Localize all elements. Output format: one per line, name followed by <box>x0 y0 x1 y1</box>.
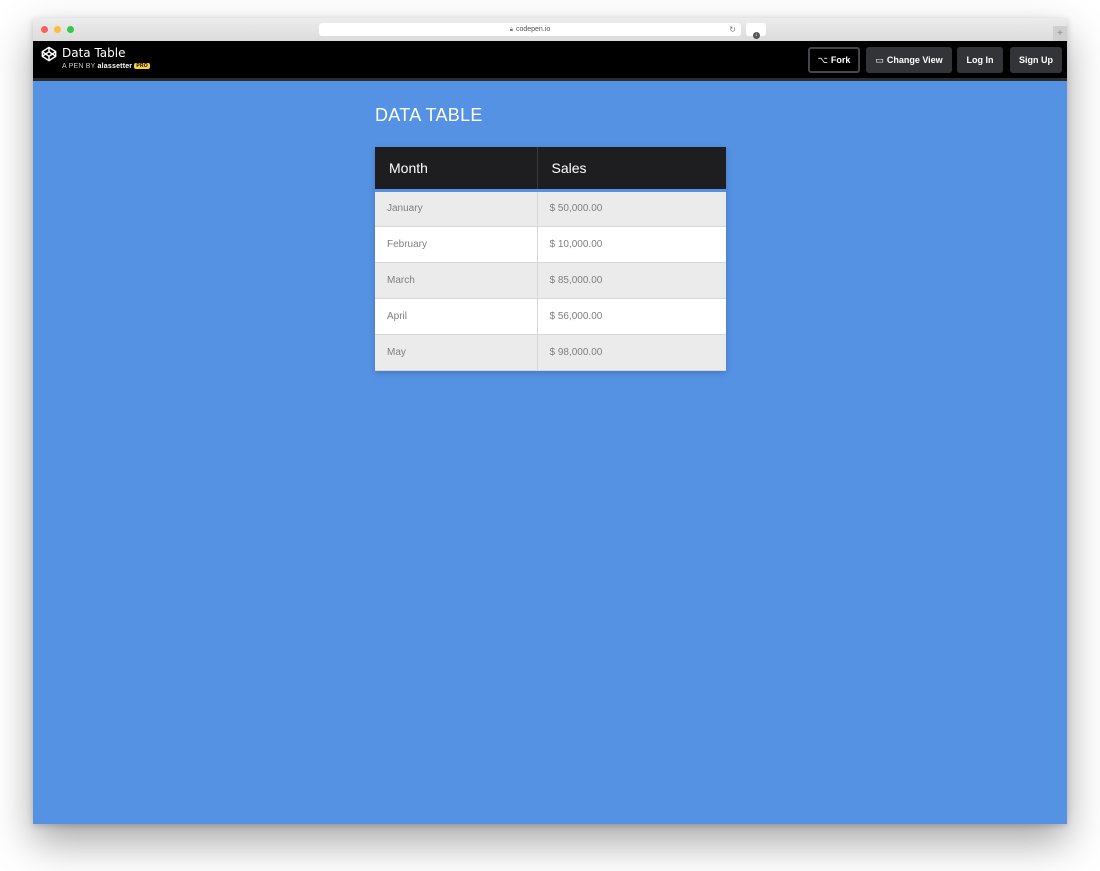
codepen-logo-icon[interactable] <box>41 46 57 62</box>
sales-data-table: Month Sales January $ 50,000.00 February… <box>375 147 726 371</box>
pro-badge: PRO <box>134 63 150 69</box>
table-row: May $ 98,000.00 <box>375 334 726 371</box>
month-cell: March <box>375 262 538 299</box>
browser-toolbar: 🔒︎ codepen.io ↻ ↓ + <box>33 18 1067 42</box>
byline-prefix: A PEN BY <box>62 63 96 70</box>
table-row: January $ 50,000.00 <box>375 190 726 227</box>
author-link[interactable]: alassetter <box>98 63 133 70</box>
new-tab-button[interactable]: + <box>1053 26 1067 41</box>
sign-up-button[interactable]: Sign Up <box>1010 47 1062 73</box>
change-view-label: Change View <box>886 55 943 65</box>
minimize-window-button[interactable] <box>54 26 61 33</box>
address-bar[interactable]: 🔒︎ codepen.io ↻ <box>319 23 741 36</box>
downloads-button[interactable]: ↓ <box>746 23 766 39</box>
browser-window: 🔒︎ codepen.io ↻ ↓ + Data Table A PEN BY a… <box>33 18 1067 824</box>
sign-up-label: Sign Up <box>1019 55 1053 65</box>
sales-cell: $ 50,000.00 <box>537 190 726 227</box>
url-text: codepen.io <box>515 26 551 33</box>
lock-icon: 🔒︎ <box>509 27 513 33</box>
close-window-button[interactable] <box>41 26 48 33</box>
table-row: February $ 10,000.00 <box>375 226 726 263</box>
sales-cell: $ 10,000.00 <box>537 226 726 263</box>
fork-button[interactable]: ⌥ Fork <box>808 47 860 73</box>
month-cell: April <box>375 298 538 335</box>
column-header-sales: Sales <box>537 147 726 192</box>
month-cell: January <box>375 190 538 227</box>
fork-label: Fork <box>830 55 851 65</box>
log-in-button[interactable]: Log In <box>957 47 1003 73</box>
sales-cell: $ 98,000.00 <box>537 334 726 371</box>
column-header-month: Month <box>375 147 538 192</box>
sales-cell: $ 85,000.00 <box>537 262 726 299</box>
log-in-label: Log In <box>966 55 994 65</box>
fork-icon: ⌥ <box>817 55 828 65</box>
maximize-window-button[interactable] <box>67 26 74 33</box>
change-view-button[interactable]: ▭ Change View <box>866 47 952 73</box>
table-row: March $ 85,000.00 <box>375 262 726 299</box>
table-row: April $ 56,000.00 <box>375 298 726 335</box>
pen-title: Data Table <box>62 46 126 60</box>
codepen-header: Data Table A PEN BY alassetter PRO ⌥ Fork… <box>33 41 1067 81</box>
reload-icon[interactable]: ↻ <box>729 23 736 36</box>
table-header-row: Month Sales <box>375 147 726 192</box>
month-cell: May <box>375 334 538 371</box>
pen-byline: A PEN BY alassetter PRO <box>62 63 150 70</box>
download-icon: ↓ <box>752 32 760 39</box>
layout-icon: ▭ <box>875 55 884 65</box>
page-title: DATA TABLE <box>375 105 483 125</box>
sales-cell: $ 56,000.00 <box>537 298 726 335</box>
month-cell: February <box>375 226 538 263</box>
